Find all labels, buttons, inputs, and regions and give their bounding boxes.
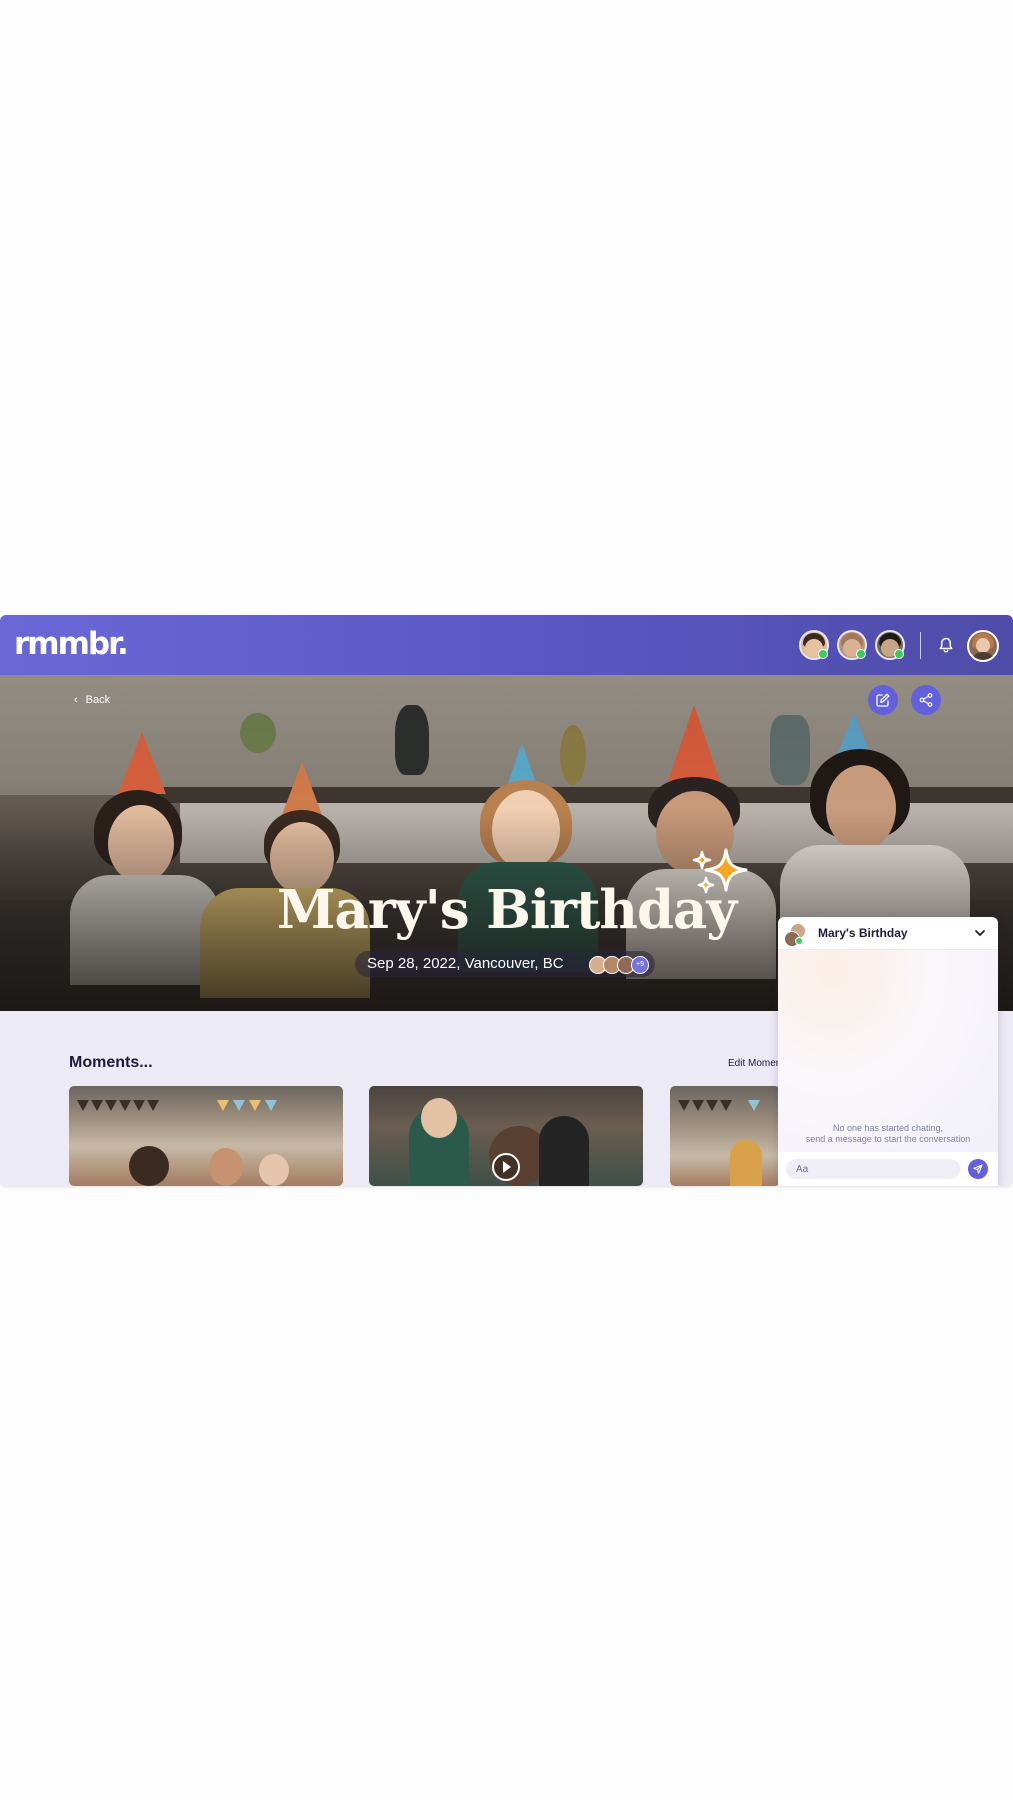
send-icon xyxy=(973,1164,983,1174)
event-date: Sep 28, 2022, xyxy=(367,955,461,972)
chevron-left-icon: ‹ xyxy=(74,694,78,706)
app-logo[interactable]: rmmbr. xyxy=(14,627,129,661)
chat-empty-line-2: send a message to start the conversation xyxy=(805,1134,971,1144)
play-icon[interactable] xyxy=(492,1153,520,1181)
bell-icon[interactable] xyxy=(936,635,956,655)
online-indicator xyxy=(856,649,866,659)
moment-photo-subject xyxy=(129,1146,169,1186)
chat-title: Mary's Birthday xyxy=(818,926,908,940)
event-location: Vancouver, BC xyxy=(464,955,564,972)
moment-card[interactable] xyxy=(69,1086,343,1186)
app-window: rmmbr. ‹ Back Mary's Birthday Sep 28, 20… xyxy=(0,615,1013,1186)
chat-header[interactable]: Mary's Birthday xyxy=(778,917,998,950)
edit-icon xyxy=(876,693,890,707)
chat-empty-line-1: No one has started chating, xyxy=(832,1123,944,1133)
moment-photo-subject xyxy=(421,1098,457,1138)
moments-heading: Moments... xyxy=(69,1054,153,1071)
back-label: Back xyxy=(85,694,111,706)
chat-message-input[interactable] xyxy=(786,1159,960,1179)
back-button[interactable]: ‹ Back xyxy=(74,693,110,707)
chat-empty-state: No one has started chating, send a messa… xyxy=(778,1123,998,1145)
chat-group-avatar xyxy=(784,923,806,947)
header-divider xyxy=(920,632,921,659)
chat-panel: Mary's Birthday No one has started chati… xyxy=(778,917,998,1186)
online-indicator xyxy=(894,649,904,659)
moment-photo-subject xyxy=(209,1148,243,1186)
moment-photo-subject xyxy=(730,1140,762,1186)
moment-photo-subject xyxy=(539,1116,589,1186)
top-bar: rmmbr. xyxy=(0,615,1013,675)
edit-moments-link[interactable]: Edit Moments xyxy=(728,1058,778,1070)
chevron-down-icon[interactable] xyxy=(974,928,986,938)
share-icon xyxy=(919,693,933,707)
moment-photo-subject xyxy=(259,1154,289,1186)
profile-avatar[interactable] xyxy=(967,630,999,662)
chat-messages: No one has started chating, send a messa… xyxy=(778,950,998,1152)
attendee-count-badge[interactable]: +9 xyxy=(631,956,649,974)
moment-video-card[interactable] xyxy=(369,1086,643,1186)
edit-button[interactable] xyxy=(868,685,898,715)
sparkle-icon xyxy=(692,848,748,894)
send-button[interactable] xyxy=(968,1159,988,1179)
event-meta-text: Sep 28, 2022, Vancouver, BC xyxy=(367,955,564,973)
event-meta: Sep 28, 2022, Vancouver, BC +9 xyxy=(355,951,655,977)
online-indicator xyxy=(818,649,828,659)
share-button[interactable] xyxy=(911,685,941,715)
moment-card[interactable] xyxy=(670,1086,780,1186)
